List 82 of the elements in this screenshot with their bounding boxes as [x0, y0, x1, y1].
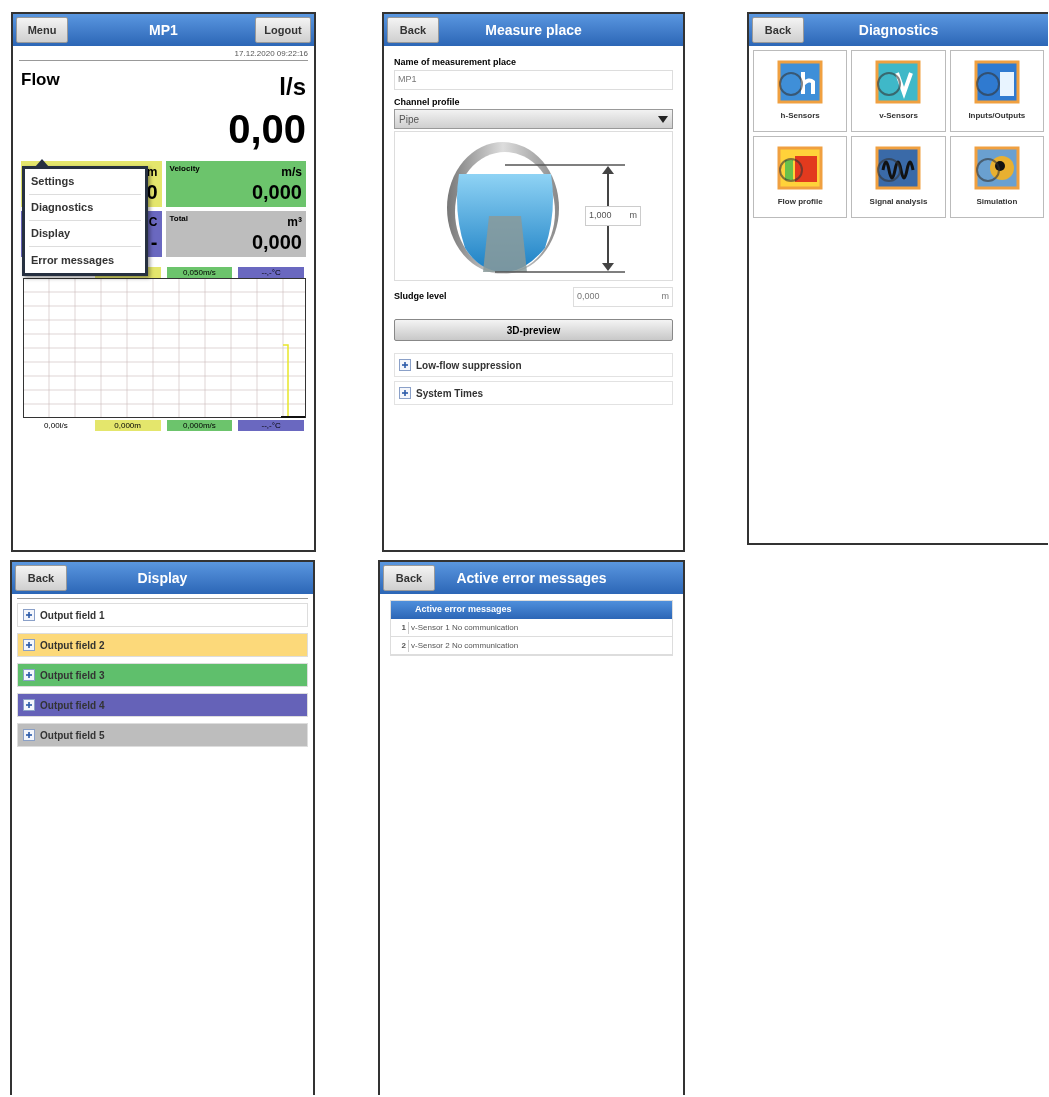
- tile-unit: m³: [287, 214, 302, 231]
- measurement-label: Flow: [21, 69, 60, 91]
- sludge-field[interactable]: 0,000 m: [573, 287, 673, 307]
- screen-title: MP1: [148, 20, 179, 40]
- diagnostic-icon: [973, 60, 1020, 104]
- tile-value: -: [150, 231, 158, 253]
- screen-title: Diagnostics: [857, 20, 940, 40]
- height-unit: m: [629, 209, 637, 223]
- unit-label: l/s: [279, 72, 306, 102]
- legend-chip: 0,000m/s: [166, 420, 233, 431]
- row-number: 1: [391, 621, 409, 634]
- tile-label: v-Sensors: [879, 110, 918, 122]
- tile-unit: m: [146, 164, 158, 181]
- height-field[interactable]: 1,000 m: [585, 206, 641, 226]
- output-field-row[interactable]: Output field 5: [17, 723, 308, 747]
- field-label: Channel profile: [393, 95, 461, 109]
- sludge-unit: m: [661, 290, 669, 304]
- table-cell-text: v-Sensor 1 No communication: [410, 621, 519, 634]
- plus-icon: [23, 699, 35, 711]
- tile-label: Total: [169, 213, 188, 225]
- tile-label: h-Sensors: [780, 110, 820, 122]
- diagnostic-tile[interactable]: Signal analysis: [851, 136, 946, 218]
- table-cell-text: v-Sensor 2 No communication: [410, 639, 519, 652]
- diagnostic-icon: [875, 60, 922, 104]
- plus-icon: [399, 359, 411, 371]
- tile-label: Inputs/Outputs: [968, 110, 1026, 122]
- collapsible-section[interactable]: System Times: [394, 381, 673, 405]
- plus-icon: [23, 639, 35, 651]
- legend-chip: --,-°C: [238, 267, 304, 278]
- legend-chip: 0,000m: [94, 420, 161, 431]
- header-button[interactable]: Menu: [16, 17, 68, 43]
- menu-item[interactable]: Error messages: [29, 247, 141, 273]
- field-label: Sludge level: [394, 290, 447, 304]
- diagnostic-icon: [875, 146, 922, 190]
- tile-value: 0,000: [251, 231, 302, 253]
- tile-value: 0,000: [251, 181, 302, 203]
- field-label: Name of measurement place: [393, 56, 518, 69]
- tile-label: Flow profile: [777, 196, 823, 208]
- height-value: 1,000: [589, 209, 612, 223]
- table-header: Active error messages: [391, 601, 672, 619]
- output-field-row[interactable]: Output field 2: [17, 633, 308, 657]
- diagnostic-tile[interactable]: Inputs/Outputs: [949, 50, 1044, 132]
- header-button[interactable]: Back: [752, 17, 804, 43]
- plus-icon: [23, 729, 35, 741]
- tile-label: Signal analysis: [869, 196, 928, 208]
- screen-title: Active error messages: [455, 568, 608, 588]
- diagnostic-tile[interactable]: Flow profile: [753, 136, 848, 218]
- output-field-row[interactable]: Output field 1: [17, 603, 308, 627]
- tile-label: Simulation: [976, 196, 1018, 208]
- output-field-row[interactable]: Output field 3: [17, 663, 308, 687]
- row-number: 2: [391, 639, 409, 652]
- legend-chip: 0,050m/s: [166, 267, 233, 278]
- header-button[interactable]: Logout: [255, 17, 311, 43]
- diagnostic-tile[interactable]: h-Sensors: [753, 50, 848, 132]
- collapsible-section[interactable]: Low-flow suppression: [394, 353, 673, 377]
- diagnostic-icon: [973, 146, 1020, 190]
- tile-unit: C: [148, 214, 158, 231]
- timestamp: 17.12.2020 09:22:16: [234, 48, 308, 60]
- header-button[interactable]: Back: [383, 565, 435, 591]
- diagnostic-icon: [777, 146, 824, 190]
- menu-item[interactable]: Display: [29, 221, 141, 247]
- plus-icon: [23, 609, 35, 621]
- menu-item[interactable]: Settings: [29, 169, 141, 195]
- tile-unit: m/s: [281, 164, 302, 181]
- preview-button[interactable]: 3D-preview: [394, 319, 673, 341]
- diagnostic-tile[interactable]: Simulation: [949, 136, 1044, 218]
- plus-icon: [23, 669, 35, 681]
- plus-icon: [399, 387, 411, 399]
- name-field[interactable]: MP1: [394, 69, 673, 90]
- diagnostic-icon: [777, 60, 824, 104]
- diagnostic-tile[interactable]: v-Sensors: [851, 50, 946, 132]
- menu-item[interactable]: Diagnostics: [29, 195, 141, 221]
- screen-title: Display: [136, 568, 189, 588]
- flow-value: 0,00: [228, 106, 306, 153]
- profile-dropdown[interactable]: Pipe: [394, 109, 673, 129]
- header-button[interactable]: Back: [387, 17, 439, 43]
- screen-title: Measure place: [484, 20, 583, 40]
- sludge-value: 0,000: [577, 290, 600, 304]
- caret-icon: [658, 115, 668, 123]
- header-button[interactable]: Back: [15, 565, 67, 591]
- legend-chip: --,-°C: [238, 420, 304, 431]
- tile-label: Velocity: [169, 163, 200, 175]
